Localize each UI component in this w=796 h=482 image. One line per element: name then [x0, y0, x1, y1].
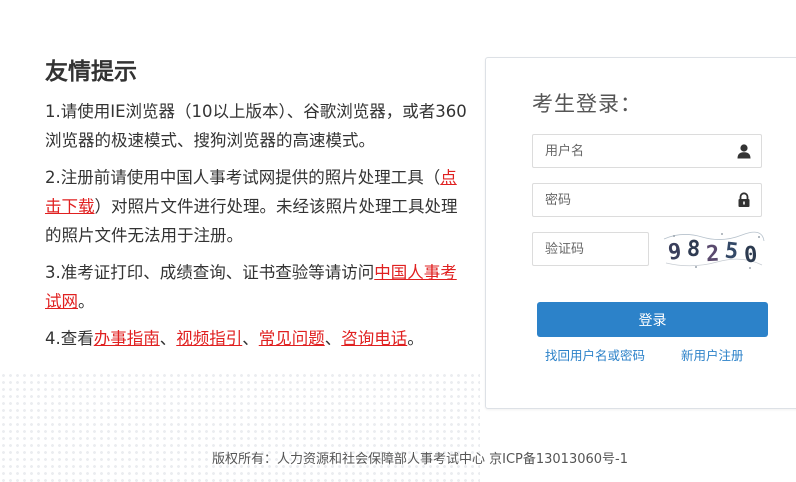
tip-text: 、	[159, 329, 177, 348]
captcha-char: 9	[667, 239, 683, 265]
captcha-char: 2	[705, 242, 720, 268]
user-icon	[736, 143, 752, 159]
captcha-char: 5	[723, 238, 739, 264]
tip-link[interactable]: 视频指引	[176, 329, 242, 348]
tips-list: 1.请使用IE浏览器（10以上版本）、谷歌浏览器，或者360浏览器的极速模式、搜…	[45, 97, 470, 353]
tip-text: 。	[407, 329, 424, 348]
tip-text: ）对照片文件进行处理。未经该照片处理工具处理的照片文件无法用于注册。	[45, 197, 458, 245]
tip-link[interactable]: 常见问题	[259, 329, 325, 348]
forgot-credentials-link[interactable]: 找回用户名或密码	[545, 345, 645, 364]
tip-text: 、	[242, 329, 259, 348]
captcha-input[interactable]	[533, 233, 645, 265]
tip-item: 3.准考证打印、成绩查询、证书查验等请访问中国人事考试网。	[45, 258, 470, 316]
tip-text: 2.注册前请使用中国人事考试网提供的照片处理工具（	[45, 168, 441, 187]
password-field[interactable]	[532, 183, 762, 217]
tip-text: 、	[324, 329, 342, 348]
tip-text: 3.准考证打印、成绩查询、证书查验等请访问	[45, 263, 375, 282]
tip-item: 4.查看办事指南、视频指引、常见问题、咨询电话。	[45, 324, 470, 353]
footer-copyright: 版权所有：人力资源和社会保障部人事考试中心 京ICP备13013060号-1	[211, 452, 628, 467]
tips-title: 友情提示	[45, 59, 137, 85]
login-title: 考生登录：	[532, 92, 642, 116]
captcha-field[interactable]	[532, 232, 649, 266]
username-field[interactable]	[532, 134, 762, 168]
captcha-char: 0	[743, 243, 758, 269]
captcha-char: 8	[686, 237, 701, 263]
register-link[interactable]: 新用户注册	[681, 345, 744, 364]
login-button[interactable]: 登录	[537, 302, 768, 337]
password-input[interactable]	[533, 184, 725, 216]
tip-text: 。	[78, 292, 95, 311]
tip-text: 4.查看	[45, 329, 94, 348]
captcha-image[interactable]: 98250	[662, 229, 766, 271]
tip-item: 2.注册前请使用中国人事考试网提供的照片处理工具（点击下载）对照片文件进行处理。…	[45, 163, 470, 250]
login-panel: 考生登录： 用户名 验证码 9 8 2 5 0 登录 找回用户名或密码 新用户注…	[485, 57, 796, 409]
lock-icon	[736, 192, 752, 208]
tip-link[interactable]: 咨询电话	[341, 329, 407, 348]
tips-section: 友情提示 1.请使用IE浏览器（10以上版本）、谷歌浏览器，或者360浏览器的极…	[45, 56, 470, 353]
tip-text: 1.请使用IE浏览器（10以上版本）、谷歌浏览器，或者360浏览器的极速模式、搜…	[45, 102, 467, 150]
tip-link[interactable]: 办事指南	[94, 329, 160, 348]
tip-item: 1.请使用IE浏览器（10以上版本）、谷歌浏览器，或者360浏览器的极速模式、搜…	[45, 97, 470, 155]
username-input[interactable]	[533, 135, 725, 167]
